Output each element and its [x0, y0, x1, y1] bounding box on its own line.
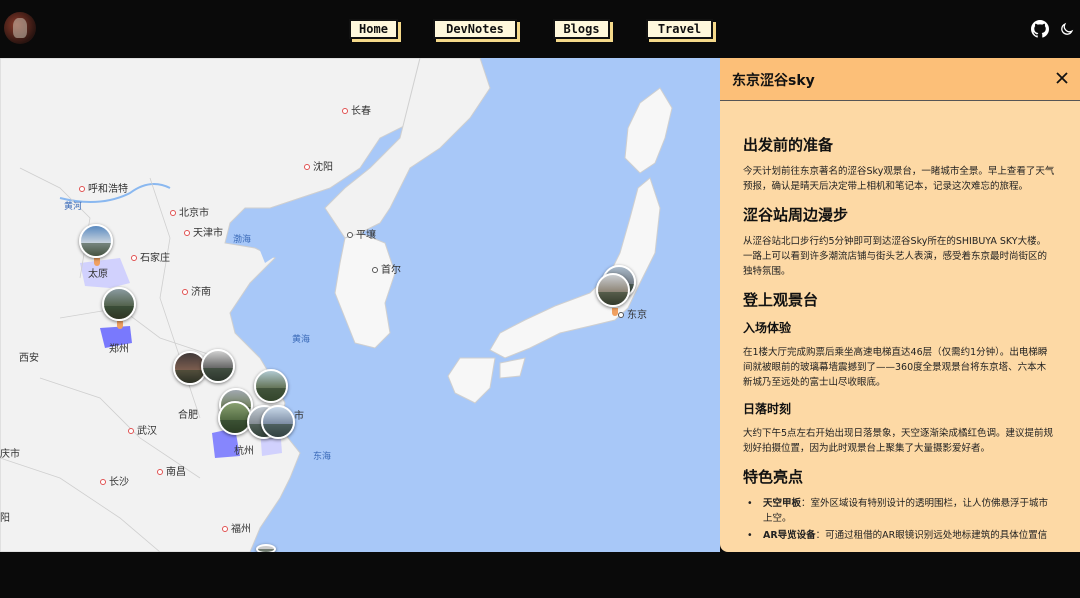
city-marker-icon [304, 164, 310, 170]
city-label: 福州 [222, 520, 251, 535]
city-marker-icon [170, 210, 176, 216]
city-label: 长春 [342, 102, 371, 117]
list-item: AR导览设备：可通过租借的AR眼镜识别远处地标建筑的具体位置信 [743, 528, 1055, 543]
panel-content: 出发前的准备 今天计划前往东京著名的涩谷Sky观景台，一睹城市全景。早上查看了天… [743, 134, 1055, 545]
city-marker-icon [182, 289, 188, 295]
city-marker-icon [79, 186, 85, 192]
photo-marker[interactable] [102, 287, 136, 321]
subsection-heading: 入场体验 [743, 321, 792, 335]
panel-header: 东京涩谷sky [720, 58, 1080, 101]
city-label: 沈阳 [304, 158, 333, 173]
travel-detail-panel: 东京涩谷sky 出发前的准备 今天计划前往东京著名的涩谷Sky观景台，一睹城市全… [720, 58, 1080, 552]
city-label: 阳 [0, 513, 10, 524]
city-marker-icon [157, 469, 163, 475]
photo-pin [94, 258, 100, 266]
section-paragraph: 从涩谷站北口步行约5分钟即可到达涩谷Sky所在的SHIBUYA SKY大楼。一路… [743, 236, 1048, 277]
city-marker-icon [222, 526, 228, 532]
city-label: 天津市 [184, 224, 223, 239]
photo-pin [117, 321, 123, 329]
photo-marker[interactable] [201, 349, 235, 383]
city-label: 市 [294, 411, 304, 422]
city-label: 庆市 [0, 449, 20, 460]
section-heading: 特色亮点 [743, 468, 804, 486]
city-marker-icon [184, 230, 190, 236]
section-paragraph: 今天计划前往东京著名的涩谷Sky观景台，一睹城市全景。早上查看了天气预报，确认是… [743, 166, 1055, 192]
city-label: 杭州 [234, 446, 254, 457]
nav-home-button[interactable]: Home [349, 19, 398, 39]
nav-blogs-button[interactable]: Blogs [553, 19, 610, 39]
city-marker-icon [128, 428, 134, 434]
section-heading: 登上观景台 [743, 291, 819, 309]
photo-marker[interactable] [256, 544, 276, 552]
city-label: 济南 [182, 283, 211, 298]
sea-label: 东海 [313, 452, 332, 462]
river-label: 黄河 [64, 202, 83, 212]
city-marker-icon [131, 255, 137, 261]
city-label: 东京 [618, 306, 647, 321]
city-marker-icon [342, 108, 348, 114]
section-heading: 出发前的准备 [743, 136, 834, 154]
city-label: 合肥 [178, 410, 198, 421]
top-navigation-bar: Home DevNotes Blogs Travel [0, 0, 1080, 58]
travel-map[interactable]: 长春 沈阳 呼和浩特 北京市 天津市 石家庄 太原 济南 郑州 西安 合肥 武汉… [0, 58, 720, 552]
city-label: 石家庄 [131, 249, 170, 264]
city-label: 呼和浩特 [79, 180, 128, 195]
section-heading: 涩谷站周边漫步 [743, 206, 849, 224]
main-nav: Home DevNotes Blogs Travel [0, 19, 1080, 41]
photo-marker-shibuya-sky[interactable] [596, 273, 630, 307]
city-label: 太原 [88, 269, 108, 280]
city-marker-icon [347, 232, 353, 238]
city-label: 郑州 [109, 344, 129, 355]
github-icon[interactable] [1031, 20, 1049, 38]
page-footer-area [0, 552, 1080, 598]
photo-marker[interactable] [254, 369, 288, 403]
list-item: 天空甲板：室外区域设有特别设计的透明围栏，让人仿佛悬浮于城市上空。 [743, 496, 1055, 526]
city-label: 首尔 [372, 261, 401, 276]
photo-pin [612, 308, 618, 316]
subsection-heading: 日落时刻 [743, 402, 792, 416]
photo-marker[interactable] [261, 405, 295, 439]
city-label: 长沙 [100, 473, 129, 488]
section-paragraph: 在1楼大厅完成购票后乘坐高速电梯直达46层（仅需约1分钟）。出电梯瞬间就被眼前的… [743, 347, 1048, 388]
nav-travel-button[interactable]: Travel [646, 19, 713, 39]
city-label: 北京市 [170, 204, 209, 219]
city-marker-icon [618, 312, 624, 318]
city-label: 西安 [19, 353, 39, 364]
city-label: 平壤 [347, 226, 376, 241]
city-marker-icon [100, 479, 106, 485]
highlight-list: 天空甲板：室外区域设有特别设计的透明围栏，让人仿佛悬浮于城市上空。 AR导览设备… [743, 496, 1055, 543]
photo-marker[interactable] [79, 224, 113, 258]
sea-label: 黄海 [292, 335, 311, 345]
section-paragraph: 大约下午5点左右开始出现日落景象，天空逐渐染成橘红色调。建议提前规划好拍摄位置，… [743, 428, 1054, 454]
nav-devnotes-button[interactable]: DevNotes [433, 19, 517, 39]
city-label: 南昌 [157, 463, 186, 478]
sea-label: 渤海 [233, 235, 252, 245]
moon-icon[interactable] [1060, 22, 1074, 36]
close-icon[interactable] [1054, 70, 1070, 86]
city-marker-icon [372, 267, 378, 273]
city-label: 武汉 [128, 422, 157, 437]
panel-title: 东京涩谷sky [732, 73, 815, 89]
